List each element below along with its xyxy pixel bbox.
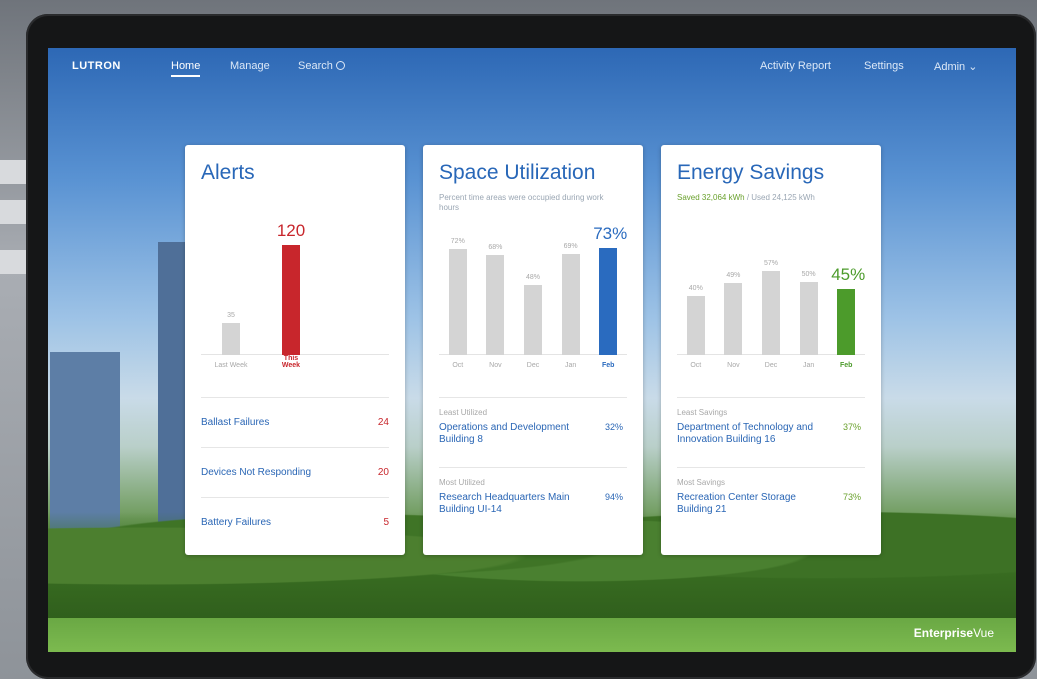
lutron-logo: LUTRON — [72, 60, 121, 72]
chart-value-label: 45% — [831, 265, 866, 284]
alert-count: 24 — [377, 417, 389, 428]
chart-value-label: 69% — [563, 242, 578, 250]
least-savings-caption: Least Savings — [677, 408, 728, 417]
alert-name: Battery Failures — [201, 517, 272, 528]
most-savings-pct: 73% — [842, 492, 861, 502]
brand-bold: Enterprise — [913, 626, 974, 640]
chart-bar — [599, 247, 618, 355]
chart-category-label: Feb — [601, 362, 615, 369]
alert-count: 20 — [377, 467, 389, 478]
app-screen: LUTRON Home Manage Search Activity Repor… — [48, 48, 1016, 652]
chart-bar — [524, 284, 542, 355]
chart-bar — [762, 271, 780, 355]
nav-settings[interactable]: Settings — [864, 60, 904, 72]
space-chart: 72% Oct 68% Nov 48% Dec 69% Jan 73% Feb — [439, 215, 627, 375]
chart-category-label: Last Week — [214, 362, 248, 369]
chart-value-label: 57% — [763, 260, 778, 268]
chart-value-label: 50% — [801, 270, 816, 278]
chart-bar — [837, 289, 856, 355]
chart-value-label: 72% — [450, 238, 465, 246]
nav-admin-menu[interactable]: Admin ⌄ — [934, 60, 977, 73]
alert-name: Devices Not Responding — [201, 467, 312, 478]
chart-bar — [799, 281, 818, 355]
chart-category-label: Dec — [764, 362, 778, 369]
chart-bar — [561, 253, 580, 355]
chart-category-label: Oct — [690, 362, 702, 369]
chart-bar — [724, 283, 743, 355]
alert-name: Ballast Failures — [201, 417, 270, 428]
chart-value-label: 120 — [276, 221, 306, 240]
nav-activity-report[interactable]: Activity Report — [760, 60, 831, 72]
most-savings-caption: Most Savings — [677, 478, 726, 487]
chart-bar — [282, 245, 300, 355]
chart-category-label: Jan — [802, 362, 815, 369]
energy-used: / Used 24,125 kWh — [744, 193, 815, 202]
alerts-title: Alerts — [201, 161, 255, 184]
brand-light: Vue — [973, 626, 994, 640]
enterprisevue-brand: EnterpriseVue — [914, 626, 994, 640]
chart-value-label: 35 — [227, 311, 235, 319]
least-utilized-pct: 32% — [604, 422, 623, 432]
space-utilization-card[interactable]: Space Utilization Percent time areas wer… — [423, 145, 643, 555]
most-savings[interactable]: Most Savings Recreation Center Storage B… — [677, 467, 865, 530]
chart-value-label: 73% — [593, 223, 628, 243]
chart-value-label: 48% — [525, 273, 540, 281]
chart-category-label: Feb — [839, 362, 853, 369]
energy-savings-card[interactable]: Energy Savings Saved 32,064 kWh / Used 2… — [661, 145, 881, 555]
chart-bar — [448, 249, 467, 355]
chart-value-label: 49% — [726, 272, 741, 280]
nav-search[interactable]: Search — [298, 60, 345, 72]
energy-saved: Saved 32,064 kWh — [677, 193, 745, 202]
energy-chart: 40% Oct 49% Nov 57% Dec 50% Jan 45% Feb — [677, 215, 865, 375]
least-utilized[interactable]: Least Utilized Operations and Developmen… — [439, 397, 627, 460]
energy-subtitle: Saved 32,064 kWh / Used 24,125 kWh — [677, 193, 847, 203]
chart-category-label: This Week — [281, 355, 301, 369]
chart-category-label: Jan — [564, 362, 577, 369]
most-utilized-building: Research Headquarters Main Building UI-1… — [439, 492, 570, 515]
most-utilized[interactable]: Most Utilized Research Headquarters Main… — [439, 467, 627, 530]
energy-title: Energy Savings — [677, 161, 825, 184]
least-utilized-caption: Least Utilized — [439, 408, 488, 417]
chart-value-label: 40% — [688, 285, 703, 293]
least-utilized-building: Operations and Development Building 8 — [439, 422, 570, 445]
most-utilized-caption: Most Utilized — [439, 478, 485, 487]
most-savings-building: Recreation Center Storage Building 21 — [677, 492, 796, 515]
chart-bar — [486, 255, 505, 355]
most-utilized-pct: 94% — [604, 492, 623, 502]
chart-category-label: Dec — [526, 362, 540, 369]
least-savings[interactable]: Least Savings Department of Technology a… — [677, 397, 865, 460]
chart-bar — [222, 322, 240, 355]
search-icon — [335, 61, 345, 70]
top-nav: LUTRON Home Manage Search Activity Repor… — [48, 48, 1016, 86]
alert-count: 5 — [383, 517, 389, 528]
chart-category-label: Oct — [452, 362, 464, 369]
alerts-chart: 35 Last Week 120 This Week — [201, 215, 389, 375]
nav-manage[interactable]: Manage — [230, 60, 270, 72]
least-savings-building: Department of Technology and Innovation … — [677, 422, 814, 445]
space-title: Space Utilization — [439, 161, 596, 184]
nav-search-label: Search — [298, 60, 333, 72]
least-savings-pct: 37% — [842, 422, 861, 432]
alert-row-ballast[interactable]: Ballast Failures 24 — [201, 397, 389, 448]
alerts-card[interactable]: Alerts 35 Last Week 120 This Week Ballast F… — [185, 145, 405, 555]
space-subtitle: Percent time areas were occupied during … — [439, 193, 604, 212]
chart-category-label: Nov — [489, 362, 502, 369]
nav-home[interactable]: Home — [171, 60, 201, 77]
lawn — [48, 618, 1016, 652]
chart-bar — [686, 296, 705, 355]
chart-category-label: Nov — [727, 362, 740, 369]
alert-row-battery[interactable]: Battery Failures 5 — [201, 497, 389, 548]
chart-value-label: 68% — [488, 244, 503, 252]
alert-row-devices[interactable]: Devices Not Responding 20 — [201, 447, 389, 498]
